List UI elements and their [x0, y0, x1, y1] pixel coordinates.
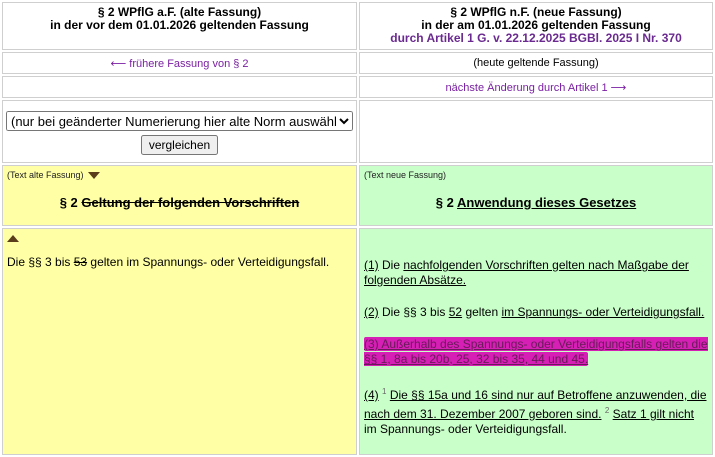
old-version-header: § 2 WPflG a.F. (alte Fassung) in der vor… — [2, 2, 357, 50]
old-title-cell: (Text alte Fassung) § 2 Geltung der folg… — [2, 165, 357, 226]
old-section-heading-removed: Geltung der folgenden Vorschriften — [81, 195, 300, 210]
new-body-cell: (1) Die nachfolgenden Vorschriften gelte… — [359, 228, 713, 455]
compare-button[interactable]: vergleichen — [140, 135, 219, 155]
triangle-up-icon[interactable] — [7, 235, 19, 242]
old-body-text: Die §§ 3 bis 53 gelten im Spannungs- ode… — [7, 255, 330, 269]
old-body-cell: Die §§ 3 bis 53 gelten im Spannungs- ode… — [2, 228, 357, 455]
old-norm-select[interactable]: (nur bei geänderter Numerierung hier alt… — [6, 111, 353, 131]
paragraph-4: (4) 1 Die §§ 15a und 16 sind nur auf Bet… — [364, 387, 707, 436]
paragraph-1: (1) Die nachfolgenden Vorschriften gelte… — [364, 258, 689, 287]
new-title-cell: (Text neue Fassung) § 2 Anwendung dieses… — [359, 165, 713, 226]
paragraph-2: (2) Die §§ 3 bis 52 gelten im Spannungs-… — [364, 305, 705, 319]
old-section-number: § 2 — [59, 195, 78, 210]
new-section-heading-added: Anwendung dieses Gesetzes — [457, 195, 637, 210]
empty-cell-right — [359, 100, 713, 163]
prev-version-cell: ⟵ frühere Fassung von § 2 — [2, 52, 357, 74]
new-version-header: § 2 WPflG n.F. (neue Fassung) in der am … — [359, 2, 713, 50]
new-text-label: (Text neue Fassung) — [364, 170, 447, 180]
amendment-reference: durch Artikel 1 G. v. 22.12.2025 BGBl. 2… — [390, 31, 682, 45]
new-body-text: (1) Die nachfolgenden Vorschriften gelte… — [360, 258, 712, 437]
arrow-right-icon: ⟶ — [610, 81, 627, 94]
triangle-down-icon[interactable] — [87, 171, 100, 179]
current-version-label: (heute geltende Fassung) — [473, 57, 599, 69]
next-change-label: nächste Änderung durch Artikel 1 — [445, 81, 608, 94]
current-version-cell: (heute geltende Fassung) — [359, 52, 713, 74]
paragraph-3-highlighted: (3) Außerhalb des Spannungs- oder Vertei… — [364, 337, 708, 367]
new-section-title: § 2 Anwendung dieses Gesetzes — [360, 195, 712, 210]
next-change-link[interactable]: nächste Änderung durch Artikel 1 ⟶ — [446, 82, 627, 94]
removed-number: 53 — [73, 255, 88, 269]
next-change-cell: nächste Änderung durch Artikel 1 ⟶ — [359, 76, 713, 98]
arrow-left-icon: ⟵ — [110, 57, 127, 70]
compare-controls: (nur bei geänderter Numerierung hier alt… — [2, 100, 357, 163]
empty-cell — [2, 76, 357, 98]
prev-version-label: frühere Fassung von § 2 — [129, 57, 249, 70]
old-section-title: § 2 Geltung der folgenden Vorschriften — [3, 195, 356, 210]
new-section-number: § 2 — [435, 195, 454, 210]
comparison-table: § 2 WPflG a.F. (alte Fassung) in der vor… — [0, 0, 715, 457]
prev-version-link[interactable]: ⟵ frühere Fassung von § 2 — [110, 58, 248, 70]
old-version-subtitle: in der vor dem 01.01.2026 geltenden Fass… — [50, 18, 309, 32]
highlighted-text: (3) Außerhalb des Spannungs- oder Vertei… — [364, 337, 708, 366]
old-text-label: (Text alte Fassung) — [7, 170, 84, 180]
